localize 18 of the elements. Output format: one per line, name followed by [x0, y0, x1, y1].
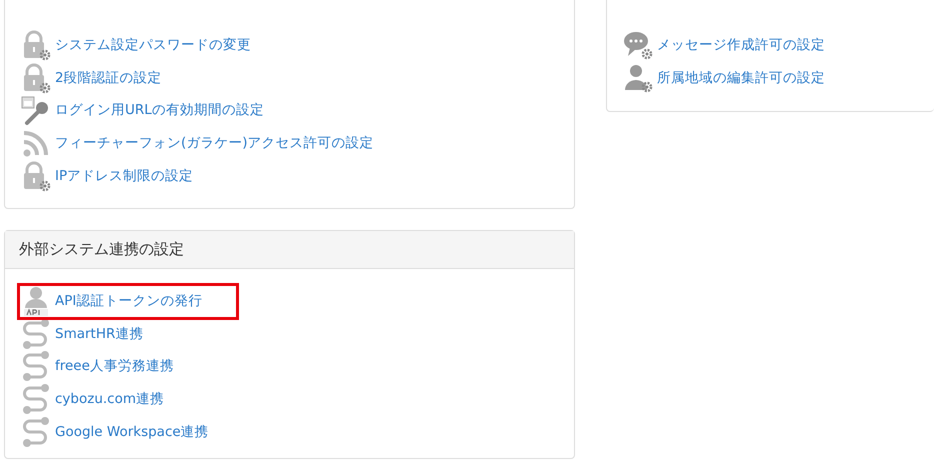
- settings-link[interactable]: フィーチャーフォン(ガラケー)アクセス許可の設定: [55, 134, 374, 152]
- settings-link[interactable]: 所属地域の編集許可の設定: [657, 68, 825, 87]
- settings-link[interactable]: Google Workspace連携: [55, 422, 209, 441]
- connector-icon: [20, 318, 52, 350]
- settings-link[interactable]: freee人事労務連携: [55, 357, 174, 376]
- connector-icon: [20, 383, 52, 416]
- panel-title: 外部システム連携の設定: [19, 240, 184, 259]
- settings-link[interactable]: 2段階認証の設定: [55, 68, 162, 87]
- connector-icon: [20, 350, 52, 382]
- settings-link[interactable]: IPアドレス制限の設定: [55, 166, 194, 185]
- settings-link[interactable]: システム設定パスワードの変更: [55, 36, 251, 54]
- settings-link[interactable]: メッセージ作成許可の設定: [657, 36, 825, 54]
- settings-link[interactable]: API認証トークンの発行: [55, 292, 202, 310]
- settings-link[interactable]: cybozu.com連携: [55, 390, 164, 408]
- settings-link[interactable]: SmartHR連携: [55, 324, 144, 343]
- connector-icon: [20, 416, 52, 448]
- settings-link[interactable]: ログイン用URLの有効期間の設定: [55, 101, 264, 120]
- chat-gear-icon: [622, 29, 654, 62]
